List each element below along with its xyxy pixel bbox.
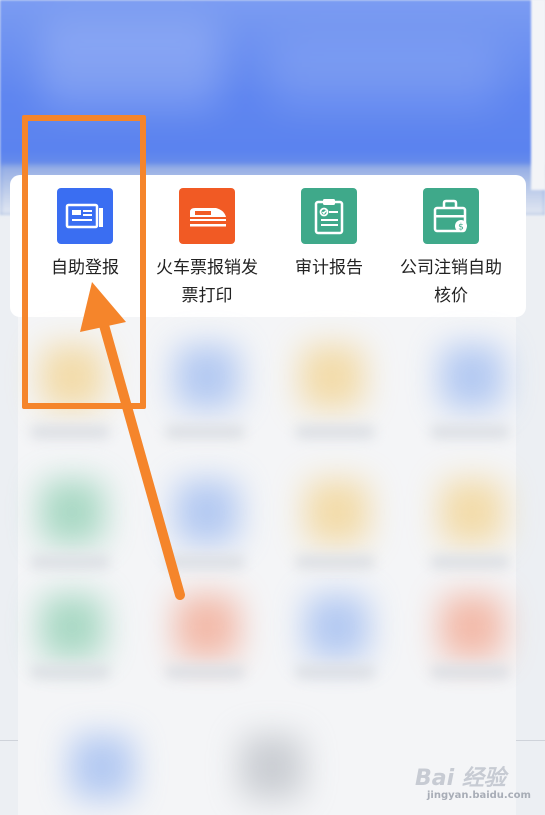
watermark: Bai 经验 jingyan.baidu.com	[415, 760, 535, 804]
watermark-url: jingyan.baidu.com	[427, 790, 531, 801]
watermark-brand: Bai 经验	[415, 766, 506, 791]
annotation-arrow-icon	[80, 282, 185, 600]
